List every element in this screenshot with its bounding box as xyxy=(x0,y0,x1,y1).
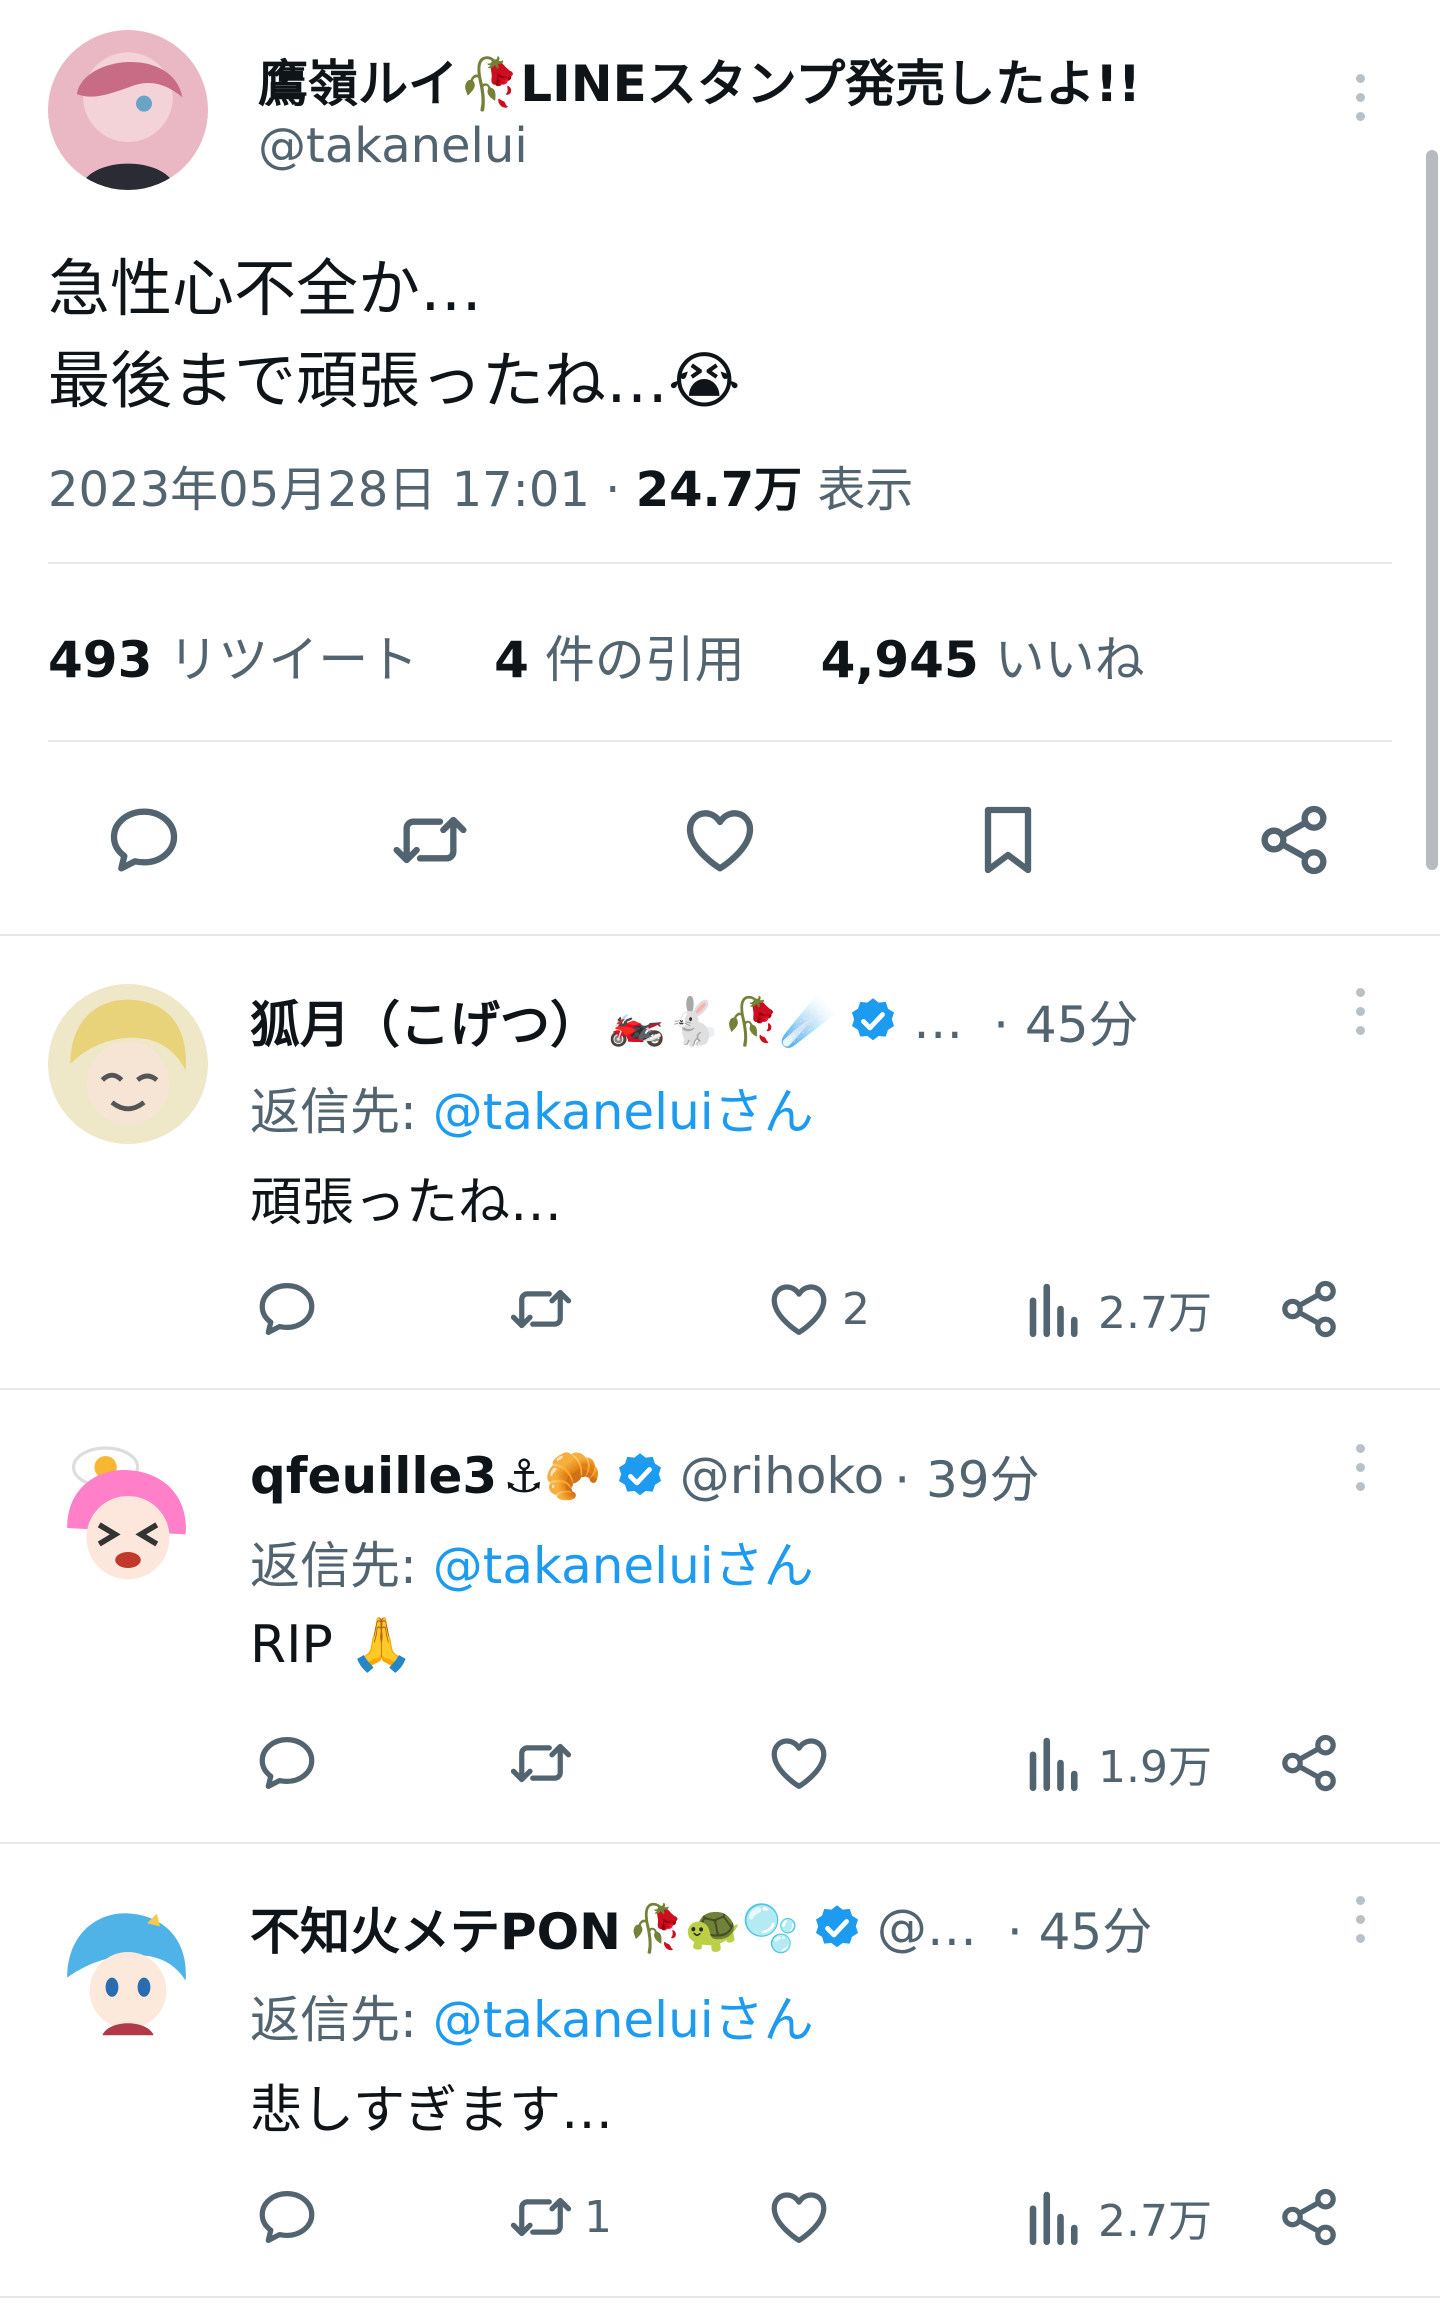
likes-label: いいね xyxy=(994,631,1145,689)
reply-text: 悲しすぎます… xyxy=(250,2081,613,2141)
divider xyxy=(0,934,1440,936)
retweet-count: 1 xyxy=(584,2191,612,2243)
divider xyxy=(0,1388,1440,1390)
like-count: 2 xyxy=(842,1283,870,1335)
reply-header: 不知火メテPON 🥀🐢🫧 @… · 45分 xyxy=(250,1892,1152,1964)
display-name[interactable]: 鷹嶺ルイ🥀LINEスタンプ発売したよ!! xyxy=(258,44,1141,116)
views-icon xyxy=(1022,1276,1088,1342)
retweets-label: リツイート xyxy=(168,631,419,689)
reply-to-link[interactable]: @takaneluiさん xyxy=(433,1991,814,2049)
views-button[interactable]: 2.7万 xyxy=(1022,2184,1212,2250)
like-icon xyxy=(766,2184,832,2250)
timestamp[interactable]: · 45分 xyxy=(993,985,1138,1057)
views-button[interactable]: 1.9万 xyxy=(1022,1730,1212,1796)
handle[interactable]: @takanelui xyxy=(258,118,528,174)
retweet-icon xyxy=(508,1276,574,1342)
retweet-icon xyxy=(508,1730,574,1796)
views-icon xyxy=(1022,1730,1088,1796)
reply-to-label: 返信先: xyxy=(250,1083,417,1141)
reply-to-label: 返信先: xyxy=(250,1537,417,1595)
verified-icon xyxy=(847,995,899,1047)
like-icon xyxy=(766,1276,832,1342)
avatar[interactable] xyxy=(48,1432,208,1592)
tweet-text-line1: 急性心不全か… xyxy=(48,252,483,325)
divider xyxy=(48,740,1392,742)
handle[interactable]: @rihoko xyxy=(680,1447,885,1505)
views-button[interactable]: 2.7万 xyxy=(1022,1276,1212,1342)
display-name[interactable]: 不知火メテPON xyxy=(250,1892,621,1964)
retweets-stat[interactable]: 493 リツイート xyxy=(48,631,418,689)
divider xyxy=(0,2296,1440,2298)
reply-header: qfeuille3 ⚓🥐 @rihoko · 39分 xyxy=(250,1440,1040,1512)
scrollbar[interactable] xyxy=(1426,150,1438,870)
likes-stat[interactable]: 4,945 いいね xyxy=(821,631,1145,689)
retweet-icon xyxy=(508,2184,574,2250)
handle[interactable]: … xyxy=(913,992,963,1050)
retweet-button[interactable]: 1 xyxy=(508,2184,612,2250)
more-icon[interactable] xyxy=(1354,1444,1366,1491)
likes-count: 4,945 xyxy=(820,631,979,689)
share-icon[interactable] xyxy=(1276,2184,1342,2250)
reply-to: 返信先: @takaneluiさん xyxy=(250,1072,814,1144)
share-icon[interactable] xyxy=(1276,1276,1342,1342)
quotes-count: 4 xyxy=(494,631,529,689)
divider xyxy=(0,1842,1440,1844)
reply-to-link[interactable]: @takaneluiさん xyxy=(433,1537,814,1595)
share-icon[interactable] xyxy=(1276,1730,1342,1796)
handle[interactable]: @… xyxy=(877,1899,977,1957)
reply-icon[interactable] xyxy=(254,2184,320,2250)
retweets-count: 493 xyxy=(48,631,153,689)
retweet-button[interactable] xyxy=(508,1276,584,1342)
engagement-stats: 493 リツイート 4 件の引用 4,945 いいね xyxy=(48,620,1145,692)
verified-icon xyxy=(811,1902,863,1954)
reply-to: 返信先: @takaneluiさん xyxy=(250,1980,814,2052)
views-count: 2.7万 xyxy=(1098,1288,1212,1339)
like-button[interactable]: 2 xyxy=(766,1276,870,1342)
reply-to-label: 返信先: xyxy=(250,1991,417,2049)
tweet-meta: 2023年05月28日 17:01 · 24.7万 表示 xyxy=(48,450,913,520)
more-icon[interactable] xyxy=(1354,74,1366,121)
more-icon[interactable] xyxy=(1354,988,1366,1035)
views-count: 2.7万 xyxy=(1098,2196,1212,2247)
like-button[interactable] xyxy=(766,1730,842,1796)
retweet-icon[interactable] xyxy=(390,800,470,880)
avatar[interactable] xyxy=(48,984,208,1144)
name-emojis: ⚓🥐 xyxy=(503,1448,602,1503)
share-icon[interactable] xyxy=(1254,800,1334,880)
divider xyxy=(48,562,1392,564)
quotes-label: 件の引用 xyxy=(544,631,745,689)
reply-to-link[interactable]: @takaneluiさん xyxy=(433,1083,814,1141)
reply-icon[interactable] xyxy=(104,800,184,880)
separator: · xyxy=(605,462,621,518)
reply-text: RIP 🙏 xyxy=(250,1615,415,1675)
reply-header: 狐月（こげつ） 🏍️🐇🥀☄️ … · 45分 xyxy=(250,985,1139,1057)
views-label: 表示 xyxy=(817,462,914,518)
name-emojis: 🏍️🐇🥀☄️ xyxy=(608,993,838,1048)
like-button[interactable] xyxy=(766,2184,842,2250)
display-name[interactable]: 狐月（こげつ） xyxy=(250,985,600,1057)
retweet-button[interactable] xyxy=(508,1730,584,1796)
views-count: 1.9万 xyxy=(1098,1742,1212,1793)
more-icon[interactable] xyxy=(1354,1896,1366,1943)
verified-icon xyxy=(614,1450,666,1502)
display-name[interactable]: qfeuille3 xyxy=(250,1447,497,1505)
like-icon[interactable] xyxy=(680,800,760,880)
views-count: 24.7万 xyxy=(635,462,803,518)
avatar[interactable] xyxy=(48,1888,208,2048)
like-icon xyxy=(766,1730,832,1796)
name-emojis: 🥀🐢🫧 xyxy=(627,1900,799,1955)
views-icon xyxy=(1022,2184,1088,2250)
reply-to: 返信先: @takaneluiさん xyxy=(250,1526,814,1598)
timestamp[interactable]: · 45分 xyxy=(1007,1892,1152,1964)
reply-text: 頑張ったね… xyxy=(250,1173,563,1233)
bookmark-icon[interactable] xyxy=(968,800,1048,880)
tweet-text-line2: 最後まで頑張ったね…😭 xyxy=(48,344,741,417)
avatar[interactable] xyxy=(48,30,208,190)
quotes-stat[interactable]: 4 件の引用 xyxy=(494,631,745,689)
reply-icon[interactable] xyxy=(254,1276,320,1342)
tweet-date[interactable]: 2023年05月28日 17:01 xyxy=(48,462,590,518)
timestamp[interactable]: · 39分 xyxy=(894,1440,1039,1512)
reply-icon[interactable] xyxy=(254,1730,320,1796)
